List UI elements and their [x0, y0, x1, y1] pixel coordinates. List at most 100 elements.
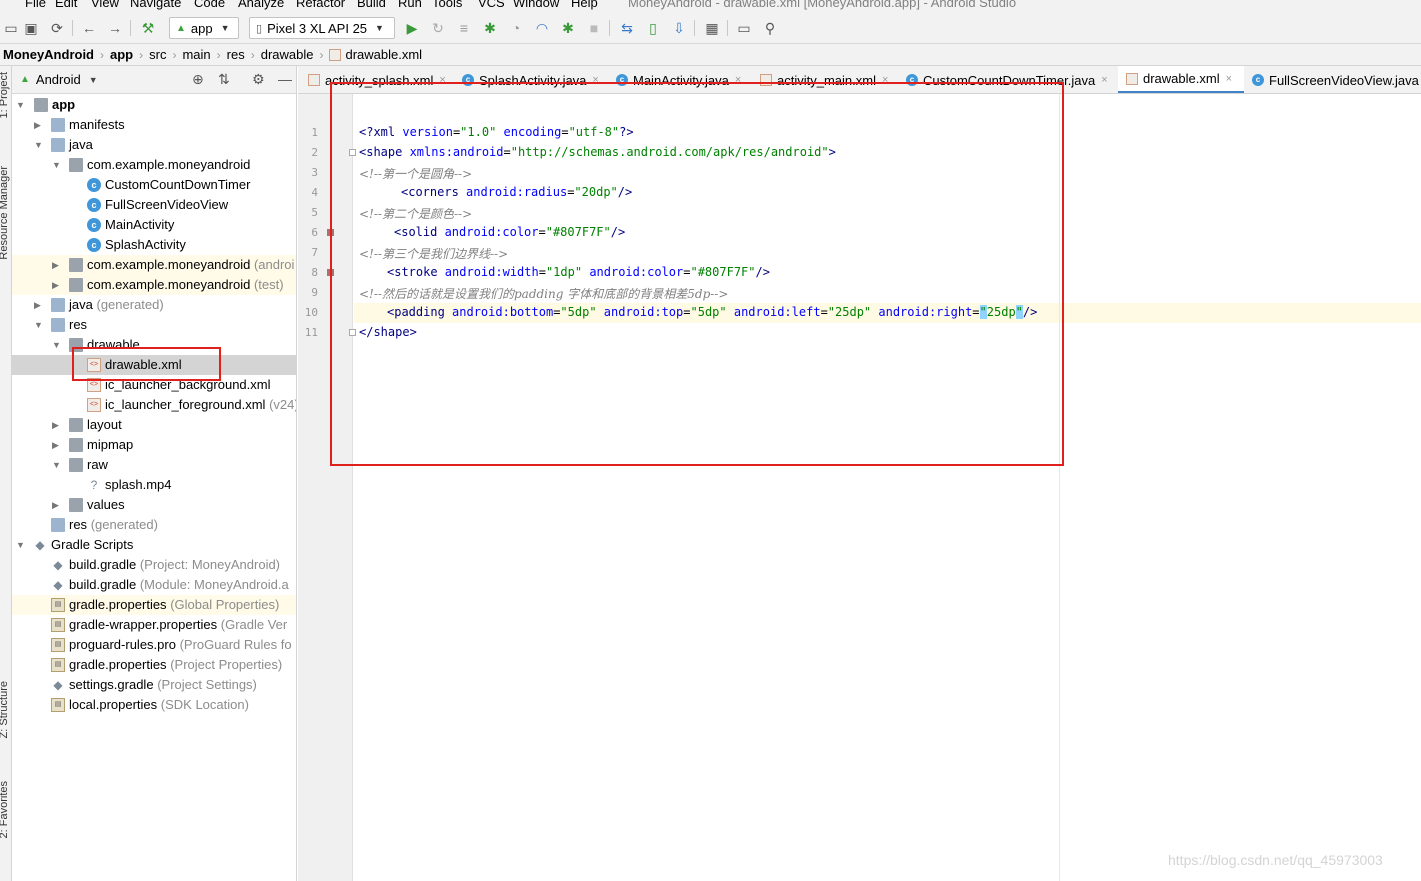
menu-code[interactable]: Code	[194, 0, 225, 10]
tree-item-properties-file[interactable]: ▤ gradle.properties (Global Properties)	[12, 595, 296, 615]
resource-manager-tool-tab[interactable]: Resource Manager	[0, 166, 10, 260]
tree-item-values[interactable]: ▶ values	[12, 495, 296, 515]
tree-item-gradle-file[interactable]: ◆ build.gradle (Module: MoneyAndroid.a	[12, 575, 296, 595]
open-folder-icon[interactable]: ▭	[0, 17, 22, 39]
expanded-arrow-icon[interactable]: ▼	[16, 95, 25, 115]
close-icon[interactable]: ×	[1101, 74, 1107, 86]
hide-panel-icon[interactable]: —	[278, 71, 292, 87]
expanded-arrow-icon[interactable]: ▼	[52, 455, 61, 475]
collapsed-arrow-icon[interactable]: ▶	[34, 295, 41, 315]
tree-item-properties-file[interactable]: ▤ gradle.properties (Project Properties)	[12, 655, 296, 675]
tree-item-mp4[interactable]: ? splash.mp4	[12, 475, 296, 495]
expanded-arrow-icon[interactable]: ▼	[34, 315, 43, 335]
tree-item-properties-file[interactable]: ▤ gradle-wrapper.properties (Gradle Ver	[12, 615, 296, 635]
menu-build[interactable]: Build	[357, 0, 386, 10]
breadcrumb-module[interactable]: app	[110, 47, 133, 62]
collapse-all-icon[interactable]: ⇅	[218, 71, 230, 88]
menu-file[interactable]: File	[25, 0, 46, 10]
collapsed-arrow-icon[interactable]: ▶	[52, 275, 59, 295]
tree-item-package-androidtest[interactable]: ▶ com.example.moneyandroid (androi	[12, 255, 296, 275]
expanded-arrow-icon[interactable]: ▼	[52, 155, 61, 175]
avd-manager-icon[interactable]: ▯	[642, 17, 664, 39]
tree-item-class[interactable]: c SplashActivity	[12, 235, 296, 255]
device-select[interactable]: ▯ Pixel 3 XL API 25 ▼	[249, 17, 395, 39]
close-icon[interactable]: ×	[1226, 73, 1232, 85]
chevron-down-icon[interactable]: ▼	[89, 75, 98, 85]
tree-item-xml[interactable]: <> ic_launcher_foreground.xml (v24)	[12, 395, 296, 415]
project-tool-tab[interactable]: 1: Project	[0, 72, 10, 118]
terminal-window-icon[interactable]: ▭	[733, 17, 755, 39]
breadcrumb-res[interactable]: res	[227, 47, 245, 62]
tree-item-java-generated[interactable]: ▶ java (generated)	[12, 295, 296, 315]
tree-item-class[interactable]: c CustomCountDownTimer	[12, 175, 296, 195]
stop-icon[interactable]: ■	[583, 17, 605, 39]
collapsed-arrow-icon[interactable]: ▶	[52, 255, 59, 275]
locate-target-icon[interactable]: ⊕	[192, 71, 204, 88]
tree-item-class[interactable]: c MainActivity	[12, 215, 296, 235]
tree-item-res-generated[interactable]: res (generated)	[12, 515, 296, 535]
expanded-arrow-icon[interactable]: ▼	[16, 535, 25, 555]
tree-item-res[interactable]: ▼ res	[12, 315, 296, 335]
tree-item-properties-file[interactable]: ▤ local.properties (SDK Location)	[12, 695, 296, 715]
tab-fullscreen-video-view[interactable]: c FullScreenVideoView.java	[1252, 66, 1421, 93]
tree-item-package[interactable]: ▼ com.example.moneyandroid	[12, 155, 296, 175]
collapsed-arrow-icon[interactable]: ▶	[34, 115, 41, 135]
breadcrumb-src[interactable]: src	[149, 47, 166, 62]
line-number: 5	[311, 206, 318, 219]
breadcrumb-main[interactable]: main	[182, 47, 210, 62]
tree-item-raw[interactable]: ▼ raw	[12, 455, 296, 475]
favorites-tool-tab[interactable]: 2: Favorites	[0, 781, 10, 838]
tab-drawable-active[interactable]: drawable.xml ×	[1118, 66, 1244, 93]
save-icon[interactable]: ▣	[20, 17, 42, 39]
project-view-select[interactable]: Android	[36, 72, 81, 87]
debug-icon[interactable]: ✱	[479, 17, 501, 39]
run-icon[interactable]: ▶	[401, 17, 423, 39]
menu-refactor[interactable]: Refactor	[296, 0, 345, 10]
run-config-select[interactable]: ▲ app ▼	[169, 17, 239, 39]
sync-gradle-icon[interactable]: ⇆	[616, 17, 638, 39]
menu-navigate[interactable]: Navigate	[130, 0, 181, 10]
tree-item-gradle-scripts[interactable]: ▼ ◆ Gradle Scripts	[12, 535, 296, 555]
attach-debugger-icon[interactable]: ✱	[557, 17, 579, 39]
back-arrow-icon[interactable]: ←	[78, 17, 100, 39]
menu-window[interactable]: Window	[513, 0, 559, 10]
tree-item-app[interactable]: ▼ app	[12, 95, 296, 115]
menu-run[interactable]: Run	[398, 0, 422, 10]
breadcrumb-file[interactable]: drawable.xml	[345, 47, 422, 62]
collapsed-arrow-icon[interactable]: ▶	[52, 435, 59, 455]
expanded-arrow-icon[interactable]: ▼	[52, 335, 61, 355]
menu-vcs[interactable]: VCS	[478, 0, 505, 10]
collapsed-arrow-icon[interactable]: ▶	[52, 415, 59, 435]
tree-item-gradle-file[interactable]: ◆ settings.gradle (Project Settings)	[12, 675, 296, 695]
breadcrumb-project[interactable]: MoneyAndroid	[3, 47, 94, 62]
tree-item-class[interactable]: c FullScreenVideoView	[12, 195, 296, 215]
menu-help[interactable]: Help	[571, 0, 598, 10]
profiler-icon[interactable]: ◠	[531, 17, 553, 39]
profile-icon[interactable]: ◔	[505, 17, 527, 39]
tree-item-java[interactable]: ▼ java	[12, 135, 296, 155]
gear-icon[interactable]: ⚙	[252, 71, 265, 88]
menu-analyze[interactable]: Analyze	[238, 0, 284, 10]
menu-view[interactable]: View	[91, 0, 119, 10]
apply-changes-icon[interactable]: ↻	[427, 17, 449, 39]
hammer-build-icon[interactable]: ⚒	[137, 17, 159, 39]
forward-arrow-icon[interactable]: →	[104, 17, 126, 39]
breadcrumb-drawable[interactable]: drawable	[261, 47, 314, 62]
tree-item-mipmap[interactable]: ▶ mipmap	[12, 435, 296, 455]
collapsed-arrow-icon[interactable]: ▶	[52, 495, 59, 515]
sdk-manager-icon[interactable]: ⇩	[668, 17, 690, 39]
search-icon[interactable]: ⚲	[759, 17, 781, 39]
tree-item-package-test[interactable]: ▶ com.example.moneyandroid (test)	[12, 275, 296, 295]
menu-tools[interactable]: Tools	[432, 0, 462, 10]
menu-edit[interactable]: Edit	[55, 0, 77, 10]
tree-item-proguard-file[interactable]: ▤ proguard-rules.pro (ProGuard Rules fo	[12, 635, 296, 655]
tree-item-layout[interactable]: ▶ layout	[12, 415, 296, 435]
project-structure-icon[interactable]: ▦	[701, 17, 723, 39]
sync-icon[interactable]: ⟳	[46, 17, 68, 39]
tree-item-gradle-file[interactable]: ◆ build.gradle (Project: MoneyAndroid)	[12, 555, 296, 575]
expanded-arrow-icon[interactable]: ▼	[34, 135, 43, 155]
apply-code-changes-icon[interactable]: ≡	[453, 17, 475, 39]
structure-tool-tab[interactable]: Z: Structure	[0, 681, 10, 738]
package-icon	[69, 278, 83, 292]
tree-item-manifests[interactable]: ▶ manifests	[12, 115, 296, 135]
